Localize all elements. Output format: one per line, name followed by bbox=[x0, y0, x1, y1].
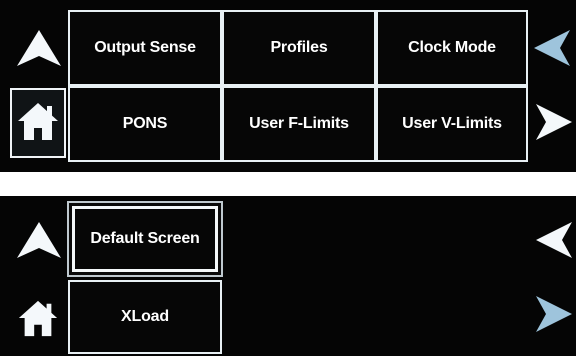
xload-button[interactable]: XLoad bbox=[68, 280, 222, 354]
pons-button[interactable]: PONS bbox=[68, 86, 222, 162]
menu-page-1: Output Sense Profiles Clock Mode PONS Us… bbox=[0, 0, 576, 172]
home-button[interactable] bbox=[10, 88, 66, 158]
home-icon[interactable] bbox=[16, 298, 60, 340]
right-arrow-icon[interactable] bbox=[534, 102, 574, 142]
clock-mode-button[interactable]: Clock Mode bbox=[376, 10, 528, 86]
menu-page-2: Default Screen XLoad bbox=[0, 196, 576, 356]
up-arrow-icon[interactable] bbox=[15, 28, 63, 68]
output-sense-button[interactable]: Output Sense bbox=[68, 10, 222, 86]
left-arrow-icon[interactable] bbox=[532, 28, 572, 68]
profiles-button[interactable]: Profiles bbox=[222, 10, 376, 86]
home-icon bbox=[18, 103, 58, 140]
left-arrow-icon[interactable] bbox=[534, 220, 574, 260]
right-arrow-icon[interactable] bbox=[534, 294, 574, 334]
up-arrow-icon[interactable] bbox=[15, 220, 63, 260]
default-screen-button[interactable]: Default Screen bbox=[72, 206, 218, 272]
user-f-limits-button[interactable]: User F-Limits bbox=[222, 86, 376, 162]
user-v-limits-button[interactable]: User V-Limits bbox=[376, 86, 528, 162]
